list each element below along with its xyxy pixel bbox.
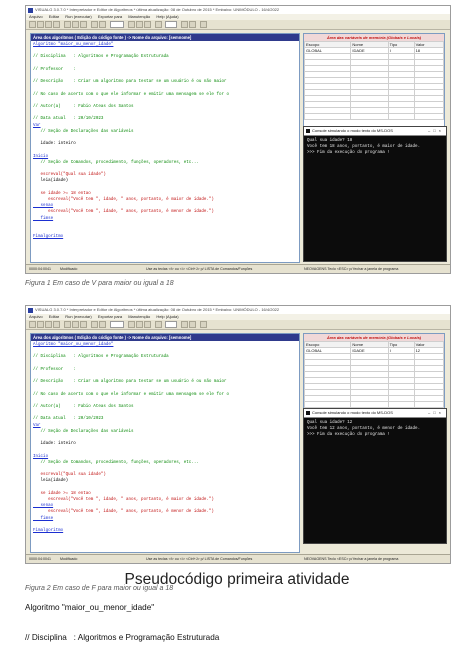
menu-manutencao[interactable]: Manutenção xyxy=(128,314,150,319)
paste-icon[interactable] xyxy=(80,21,87,28)
menu-run[interactable]: Run (executar) xyxy=(65,314,91,319)
copy-icon[interactable] xyxy=(72,321,79,328)
document-title: Pseudocódigo primeira atividade xyxy=(124,571,350,588)
figure-caption-1: Figura 1 Em caso de V para maior ou igua… xyxy=(25,280,174,287)
redo-icon[interactable] xyxy=(99,321,106,328)
paste-icon[interactable] xyxy=(80,321,87,328)
speed-select[interactable] xyxy=(165,321,177,328)
menu-help[interactable]: Help (Ajuda) xyxy=(156,14,178,19)
step-icon[interactable] xyxy=(136,21,143,28)
window-titlebar: VISUALG 3.0.7.0 * Interpretador e Editor… xyxy=(26,6,450,14)
code-editor[interactable]: Área dos algoritmos ( Edição do código f… xyxy=(30,333,300,553)
font-select[interactable] xyxy=(110,21,124,28)
help-icon[interactable] xyxy=(200,21,207,28)
visualg-screenshot-1: VISUALG 3.0.7.0 * Interpretador e Editor… xyxy=(25,5,451,274)
console-line: >>> Fim da execução do programa ! xyxy=(307,151,390,155)
copy-icon[interactable] xyxy=(72,21,79,28)
open-file-icon[interactable] xyxy=(37,21,44,28)
app-icon xyxy=(28,307,33,313)
console-icon xyxy=(306,411,310,415)
modified-flag: Modificado xyxy=(60,557,78,561)
new-file-icon[interactable] xyxy=(29,321,36,328)
visualg-screenshot-2: VISUALG 3.0.7.0 * Interpretador e Editor… xyxy=(25,305,451,564)
menu-arquivo[interactable]: Arquivo xyxy=(29,314,43,319)
menu-exportar[interactable]: Exportar para xyxy=(98,314,122,319)
speed-select[interactable] xyxy=(165,21,177,28)
memory-table: Escopo Nome Tipo Valor GLOBAL IDADE I 18 xyxy=(303,41,445,120)
font-select[interactable] xyxy=(110,321,124,328)
toolbar xyxy=(26,20,450,30)
console-titlebar: Console simulando o modo texto do MS-DOS… xyxy=(304,409,446,418)
dos-console[interactable]: Console simulando o modo texto do MS-DOS… xyxy=(303,126,447,262)
console-output: Qual sua idade? 12 Você tem 12 anos, port… xyxy=(304,418,446,440)
status-hint: Use as teclas <f> ou <\> <Ctrl+J> p/ LIS… xyxy=(146,557,253,561)
menu-editar[interactable]: Editar xyxy=(49,314,59,319)
console-titlebar: Console simulando o modo texto do MS-DOS… xyxy=(304,127,446,136)
debug-icon[interactable] xyxy=(181,321,188,328)
timer-icon[interactable] xyxy=(155,321,162,328)
document-line-algoritmo: Algoritmo "maior_ou_menor_idade" xyxy=(25,603,155,612)
open-file-icon[interactable] xyxy=(37,321,44,328)
source-code[interactable]: Algoritmo "maior_ou_menor_idade" // Disc… xyxy=(31,341,299,534)
redo-icon[interactable] xyxy=(99,21,106,28)
undo-icon[interactable] xyxy=(91,321,98,328)
step-icon[interactable] xyxy=(136,321,143,328)
editor-header: Área dos algoritmos ( Edição do código f… xyxy=(31,334,299,341)
menu-help[interactable]: Help (Ajuda) xyxy=(156,314,178,319)
console-title: Console simulando o modo texto do MS-DOS xyxy=(312,128,393,133)
console-line: >>> Fim da execução do programa ! xyxy=(307,433,390,437)
code-editor[interactable]: Área dos algoritmos ( Edição do código f… xyxy=(30,33,300,263)
run-icon[interactable] xyxy=(128,321,135,328)
status-message: NEOVAGENS Teclo <ESC> p/ fechar a janela… xyxy=(304,267,399,271)
code-line[interactable]: Fimalgoritmo xyxy=(33,234,299,240)
status-bar: 0000:04:0041 Modificado Use as teclas <f… xyxy=(26,554,450,563)
status-bar: 0000:04:0041 Modificado Use as teclas <f… xyxy=(26,264,450,273)
status-hint: Use as teclas <f> ou <\> <Ctrl+J> p/ LIS… xyxy=(146,267,253,271)
menu-editar[interactable]: Editar xyxy=(49,14,59,19)
cut-icon[interactable] xyxy=(64,21,71,28)
console-output: Qual sua idade? 18 Você tem 18 anos, port… xyxy=(304,136,446,158)
menu-run[interactable]: Run (executar) xyxy=(65,14,91,19)
watch-icon[interactable] xyxy=(189,321,196,328)
app-icon xyxy=(28,7,33,13)
undo-icon[interactable] xyxy=(91,21,98,28)
save-file-icon[interactable] xyxy=(45,21,52,28)
source-code[interactable]: Algoritmo "maior_ou_menor_idade" // Disc… xyxy=(31,41,299,241)
memory-header: Área das variáveis de memória (Globais e… xyxy=(304,334,444,341)
help-icon[interactable] xyxy=(200,321,207,328)
menu-arquivo[interactable]: Arquivo xyxy=(29,14,43,19)
new-file-icon[interactable] xyxy=(29,21,36,28)
cursor-position: 0000:04:0041 xyxy=(29,267,51,271)
console-icon xyxy=(306,129,310,133)
debug-icon[interactable] xyxy=(181,21,188,28)
timer-icon[interactable] xyxy=(155,21,162,28)
menu-manutencao[interactable]: Manutenção xyxy=(128,14,150,19)
document-line-disciplina: // Disciplina : Algoritmos e Programação… xyxy=(25,633,220,642)
cursor-position: 0000:04:0041 xyxy=(29,557,51,561)
memory-panel: Área das variáveis de memória (Globais e… xyxy=(303,33,445,131)
status-message: NEOVAGENS Teclo <ESC> p/ fechar a janela… xyxy=(304,557,399,561)
code-line[interactable]: Fimalgoritmo xyxy=(33,528,299,534)
print-icon[interactable] xyxy=(53,321,60,328)
save-file-icon[interactable] xyxy=(45,321,52,328)
stop-icon[interactable] xyxy=(144,321,151,328)
dos-console[interactable]: Console simulando o modo texto do MS-DOS… xyxy=(303,408,447,544)
toolbar xyxy=(26,320,450,330)
modified-flag: Modificado xyxy=(60,267,78,271)
window-titlebar: VISUALG 3.0.7.0 * Interpretador e Editor… xyxy=(26,306,450,314)
window-title: VISUALG 3.0.7.0 * Interpretador e Editor… xyxy=(35,307,280,312)
run-icon[interactable] xyxy=(128,21,135,28)
window-controls[interactable]: –□× xyxy=(428,127,444,135)
watch-icon[interactable] xyxy=(189,21,196,28)
memory-header: Área das variáveis de memória (Globais e… xyxy=(304,34,444,41)
cut-icon[interactable] xyxy=(64,321,71,328)
menu-exportar[interactable]: Exportar para xyxy=(98,14,122,19)
console-title: Console simulando o modo texto do MS-DOS xyxy=(312,410,393,415)
print-icon[interactable] xyxy=(53,21,60,28)
stop-icon[interactable] xyxy=(144,21,151,28)
window-title: VISUALG 3.0.7.0 * Interpretador e Editor… xyxy=(35,7,280,12)
editor-header: Área dos algoritmos ( Edição do código f… xyxy=(31,34,299,41)
window-controls[interactable]: –□× xyxy=(428,409,444,417)
